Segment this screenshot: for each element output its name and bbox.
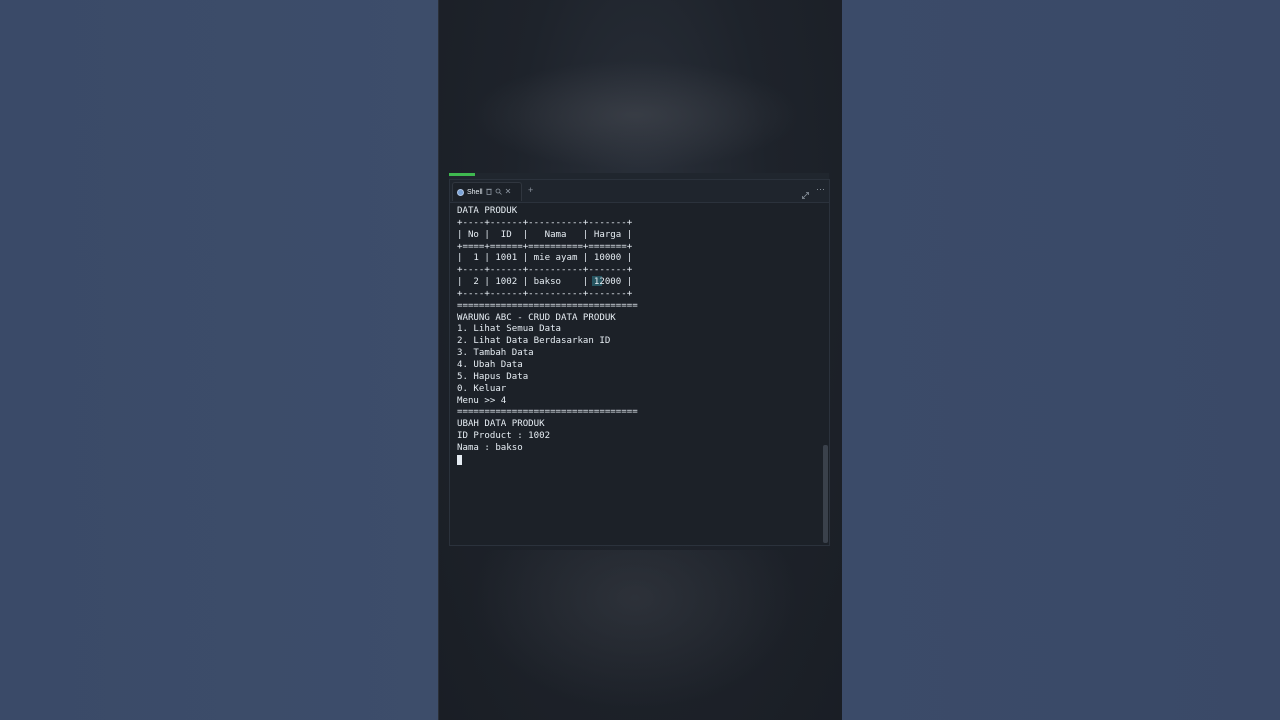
console-line: 3. Tambah Data — [457, 348, 534, 359]
console-line: | No | ID | Nama | Harga | — [457, 229, 633, 240]
console-line: Nama : bakso — [457, 442, 523, 453]
console-line: +----+------+----------+-------+ — [457, 265, 633, 276]
console-line: UBAH DATA PRODUK — [457, 419, 545, 430]
close-icon[interactable] — [505, 188, 511, 196]
console-line: ================================= — [457, 300, 638, 311]
add-tab-button[interactable]: + — [528, 185, 533, 195]
blurred-area-top — [470, 60, 800, 170]
background-left — [0, 0, 438, 720]
console-line: | 1 | 1001 | mie ayam | 10000 | — [457, 253, 633, 264]
console-line: 0. Keluar — [457, 383, 507, 394]
console-line: Menu >> 4 — [457, 395, 507, 406]
tab-shell-label: Shell — [467, 188, 483, 196]
console-line: 1. Lihat Semua Data — [457, 324, 562, 335]
more-icon[interactable]: ⋯ — [816, 184, 825, 194]
console-line: +====+======+==========+=======+ — [457, 241, 633, 252]
console-line: ================================= — [457, 407, 638, 418]
console-line: ID Product : 1002 — [457, 431, 551, 442]
console-line: 4. Ubah Data — [457, 359, 523, 370]
active-accent-bar — [449, 173, 475, 176]
shell-icon — [457, 188, 464, 196]
text-cursor — [457, 454, 462, 465]
background-right — [842, 0, 1280, 720]
console-line: 2. Lihat Data Berdasarkan ID — [457, 336, 611, 347]
console-line: WARUNG ABC - CRUD DATA PRODUK — [457, 312, 616, 323]
tab-bar: Shell + ⋯ — [450, 180, 829, 203]
blurred-area-bottom — [470, 550, 800, 710]
tab-shell[interactable]: Shell — [452, 182, 522, 201]
trash-icon[interactable] — [485, 188, 492, 197]
search-icon[interactable] — [495, 188, 502, 197]
console-line: | 2 | 1002 | bakso | 12000 | — [457, 277, 633, 288]
scrollbar-thumb[interactable] — [823, 445, 828, 543]
console-line — [457, 454, 819, 469]
console-line: 5. Hapus Data — [457, 371, 529, 382]
console-line: +----+------+----------+-------+ — [457, 217, 633, 228]
console-output[interactable]: DATA PRODUK +----+------+----------+-----… — [457, 206, 819, 541]
shell-pane[interactable]: Shell + ⋯ DATA PRODUK +----+------+------… — [449, 179, 830, 546]
expand-icon[interactable] — [802, 186, 809, 199]
console-line: DATA PRODUK — [457, 206, 518, 216]
console-line: +----+------+----------+-------+ — [457, 288, 633, 299]
